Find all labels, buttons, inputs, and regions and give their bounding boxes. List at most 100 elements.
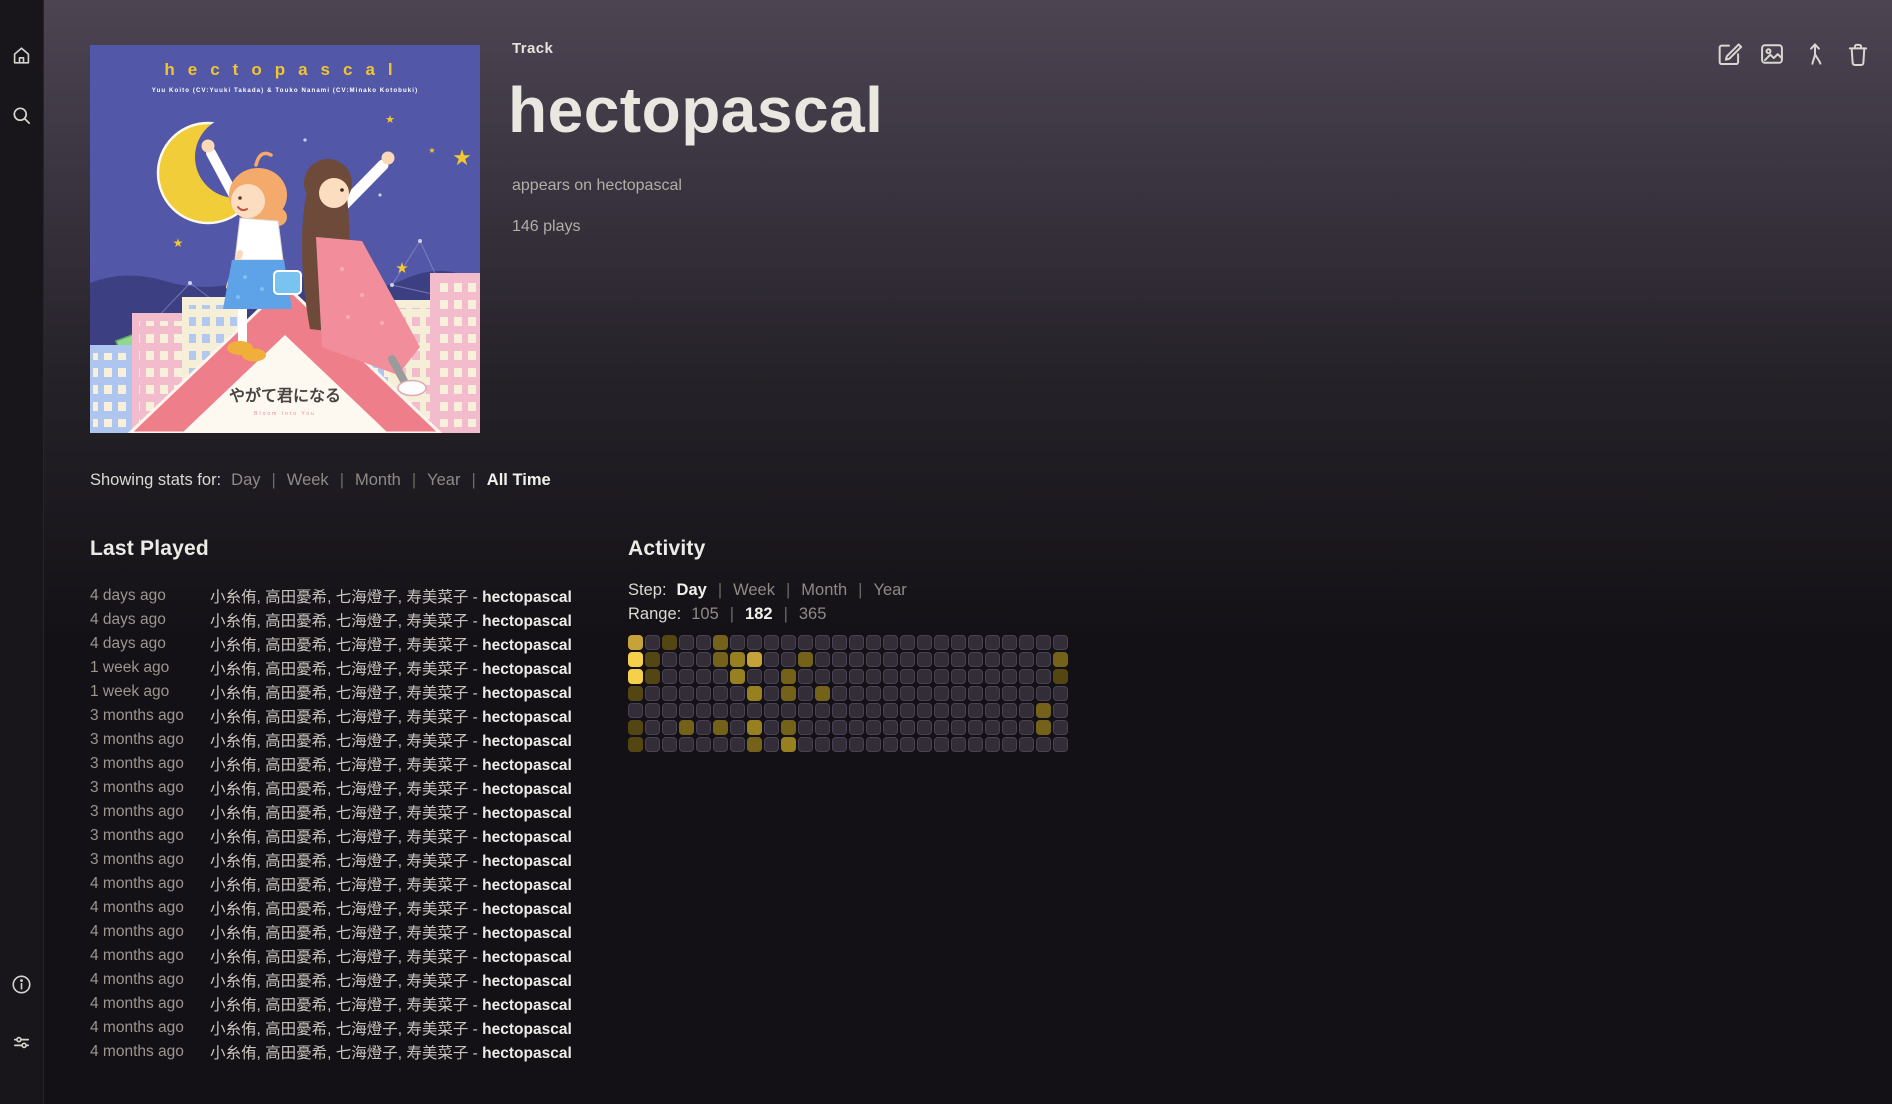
- heatmap-cell[interactable]: [781, 686, 796, 701]
- artist-link[interactable]: 高田憂希: [265, 1045, 327, 1062]
- heatmap-cell[interactable]: [968, 720, 983, 735]
- artist-link[interactable]: 小糸侑: [210, 613, 257, 630]
- artist-link[interactable]: 七海燈子: [336, 733, 398, 750]
- artist-link[interactable]: 七海燈子: [336, 805, 398, 822]
- heatmap-cell[interactable]: [815, 635, 830, 650]
- range-option-105[interactable]: 105: [691, 605, 719, 623]
- heatmap-cell[interactable]: [917, 737, 932, 752]
- heatmap-cell[interactable]: [900, 737, 915, 752]
- heatmap-cell[interactable]: [662, 669, 677, 684]
- heatmap-cell[interactable]: [679, 669, 694, 684]
- heatmap-cell[interactable]: [764, 720, 779, 735]
- artist-link[interactable]: 寿美菜子: [406, 1045, 468, 1062]
- heatmap-cell[interactable]: [798, 669, 813, 684]
- artist-link[interactable]: 寿美菜子: [406, 733, 468, 750]
- heatmap-cell[interactable]: [934, 720, 949, 735]
- heatmap-cell[interactable]: [781, 652, 796, 667]
- heatmap-cell[interactable]: [730, 635, 745, 650]
- artist-link[interactable]: 七海燈子: [336, 877, 398, 894]
- heatmap-cell[interactable]: [628, 652, 643, 667]
- artist-link[interactable]: 高田憂希: [265, 757, 327, 774]
- heatmap-cell[interactable]: [951, 669, 966, 684]
- artist-link[interactable]: 寿美菜子: [406, 973, 468, 990]
- heatmap-cell[interactable]: [985, 720, 1000, 735]
- artist-link[interactable]: 小糸侑: [210, 877, 257, 894]
- track-link[interactable]: hectopascal: [482, 973, 572, 990]
- artist-link[interactable]: 七海燈子: [336, 925, 398, 942]
- heatmap-cell[interactable]: [934, 737, 949, 752]
- heatmap-cell[interactable]: [781, 703, 796, 718]
- track-link[interactable]: hectopascal: [482, 589, 572, 606]
- heatmap-cell[interactable]: [781, 737, 796, 752]
- heatmap-cell[interactable]: [883, 737, 898, 752]
- artist-link[interactable]: 七海燈子: [336, 901, 398, 918]
- artist-link[interactable]: 寿美菜子: [406, 925, 468, 942]
- heatmap-cell[interactable]: [798, 720, 813, 735]
- heatmap-cell[interactable]: [832, 652, 847, 667]
- heatmap-cell[interactable]: [883, 703, 898, 718]
- stats-option-year[interactable]: Year: [427, 471, 460, 489]
- heatmap-cell[interactable]: [798, 737, 813, 752]
- heatmap-cell[interactable]: [1019, 652, 1034, 667]
- artist-link[interactable]: 小糸侑: [210, 901, 257, 918]
- artist-link[interactable]: 高田憂希: [265, 949, 327, 966]
- heatmap-cell[interactable]: [696, 686, 711, 701]
- heatmap-cell[interactable]: [1036, 635, 1051, 650]
- artist-link[interactable]: 小糸侑: [210, 709, 257, 726]
- heatmap-cell[interactable]: [798, 686, 813, 701]
- heatmap-cell[interactable]: [832, 737, 847, 752]
- heatmap-cell[interactable]: [968, 737, 983, 752]
- step-option-week[interactable]: Week: [733, 581, 775, 599]
- heatmap-cell[interactable]: [662, 635, 677, 650]
- artist-link[interactable]: 寿美菜子: [406, 949, 468, 966]
- artist-link[interactable]: 高田憂希: [265, 997, 327, 1014]
- heatmap-cell[interactable]: [1019, 703, 1034, 718]
- heatmap-cell[interactable]: [764, 737, 779, 752]
- heatmap-cell[interactable]: [696, 669, 711, 684]
- heatmap-cell[interactable]: [628, 686, 643, 701]
- artist-link[interactable]: 高田憂希: [265, 709, 327, 726]
- heatmap-cell[interactable]: [645, 686, 660, 701]
- track-link[interactable]: hectopascal: [482, 1045, 572, 1062]
- heatmap-cell[interactable]: [815, 686, 830, 701]
- heatmap-cell[interactable]: [1036, 720, 1051, 735]
- heatmap-cell[interactable]: [917, 720, 932, 735]
- heatmap-cell[interactable]: [934, 686, 949, 701]
- heatmap-cell[interactable]: [985, 669, 1000, 684]
- heatmap-cell[interactable]: [730, 686, 745, 701]
- artist-link[interactable]: 高田憂希: [265, 925, 327, 942]
- heatmap-cell[interactable]: [730, 720, 745, 735]
- heatmap-cell[interactable]: [1053, 720, 1068, 735]
- heatmap-cell[interactable]: [764, 635, 779, 650]
- heatmap-cell[interactable]: [645, 703, 660, 718]
- heatmap-cell[interactable]: [696, 737, 711, 752]
- artist-link[interactable]: 寿美菜子: [406, 613, 468, 630]
- heatmap-cell[interactable]: [832, 635, 847, 650]
- heatmap-cell[interactable]: [679, 635, 694, 650]
- heatmap-cell[interactable]: [1019, 669, 1034, 684]
- artist-link[interactable]: 七海燈子: [336, 973, 398, 990]
- track-link[interactable]: hectopascal: [482, 613, 572, 630]
- track-link[interactable]: hectopascal: [482, 901, 572, 918]
- heatmap-cell[interactable]: [798, 635, 813, 650]
- track-link[interactable]: hectopascal: [482, 637, 572, 654]
- artist-link[interactable]: 高田憂希: [265, 637, 327, 654]
- artist-link[interactable]: 小糸侑: [210, 685, 257, 702]
- heatmap-cell[interactable]: [866, 686, 881, 701]
- heatmap-cell[interactable]: [628, 703, 643, 718]
- heatmap-cell[interactable]: [662, 703, 677, 718]
- artist-link[interactable]: 寿美菜子: [406, 589, 468, 606]
- heatmap-cell[interactable]: [747, 652, 762, 667]
- artist-link[interactable]: 寿美菜子: [406, 853, 468, 870]
- artist-link[interactable]: 小糸侑: [210, 733, 257, 750]
- artist-link[interactable]: 小糸侑: [210, 1045, 257, 1062]
- track-link[interactable]: hectopascal: [482, 925, 572, 942]
- heatmap-cell[interactable]: [645, 652, 660, 667]
- heatmap-cell[interactable]: [883, 652, 898, 667]
- heatmap-cell[interactable]: [832, 669, 847, 684]
- heatmap-cell[interactable]: [866, 635, 881, 650]
- heatmap-cell[interactable]: [713, 686, 728, 701]
- stats-option-day[interactable]: Day: [231, 471, 260, 489]
- artist-link[interactable]: 高田憂希: [265, 805, 327, 822]
- heatmap-cell[interactable]: [951, 703, 966, 718]
